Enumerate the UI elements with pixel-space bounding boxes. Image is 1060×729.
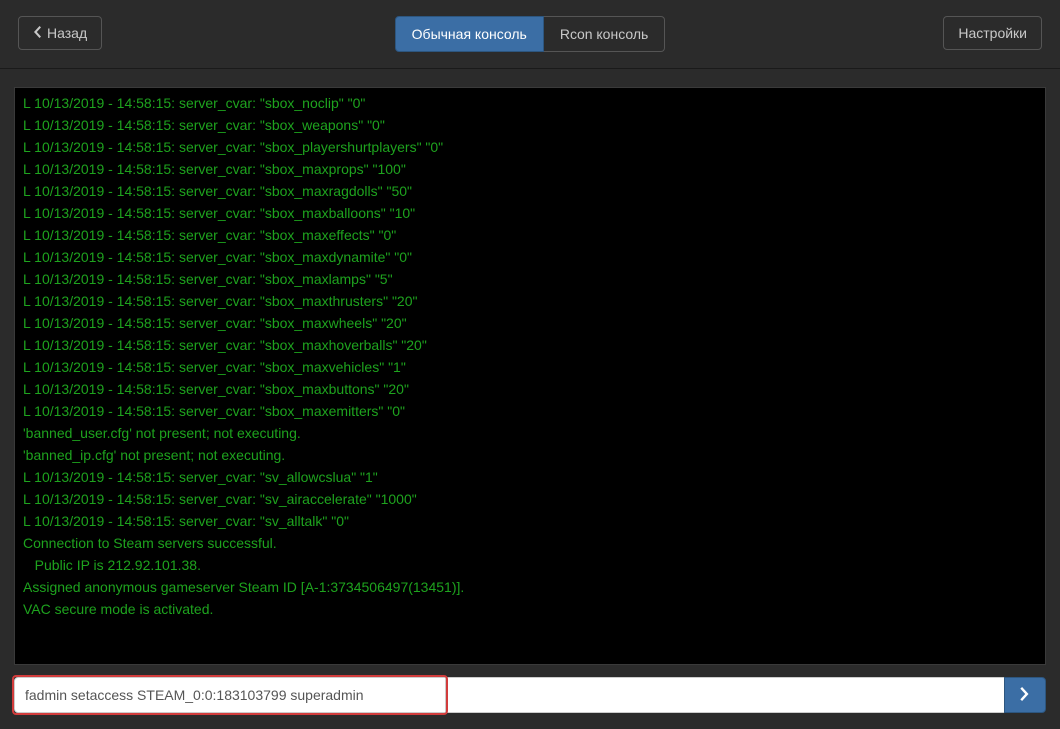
command-input[interactable] — [14, 677, 446, 713]
settings-button[interactable]: Настройки — [943, 16, 1042, 50]
console-line: Assigned anonymous gameserver Steam ID [… — [23, 576, 1037, 598]
console-line: L 10/13/2019 - 14:58:15: server_cvar: "s… — [23, 510, 1037, 532]
console-line: 'banned_user.cfg' not present; not execu… — [23, 422, 1037, 444]
chevron-right-icon — [1020, 687, 1030, 704]
console-line: Public IP is 212.92.101.38. — [23, 554, 1037, 576]
topbar: Назад Обычная консоль Rcon консоль Настр… — [0, 0, 1060, 69]
tab-rcon-console[interactable]: Rcon консоль — [544, 16, 665, 52]
console-line: L 10/13/2019 - 14:58:15: server_cvar: "s… — [23, 356, 1037, 378]
console-line: L 10/13/2019 - 14:58:15: server_cvar: "s… — [23, 92, 1037, 114]
console-line: L 10/13/2019 - 14:58:15: server_cvar: "s… — [23, 158, 1037, 180]
command-row — [14, 677, 1046, 713]
command-input-wrap — [14, 677, 446, 713]
console-line: L 10/13/2019 - 14:58:15: server_cvar: "s… — [23, 180, 1037, 202]
console-line: L 10/13/2019 - 14:58:15: server_cvar: "s… — [23, 334, 1037, 356]
console-line: L 10/13/2019 - 14:58:15: server_cvar: "s… — [23, 312, 1037, 334]
console-line: L 10/13/2019 - 14:58:15: server_cvar: "s… — [23, 202, 1037, 224]
console-line: L 10/13/2019 - 14:58:15: server_cvar: "s… — [23, 488, 1037, 510]
command-input-extension[interactable] — [446, 677, 1004, 713]
console-frame: L 10/13/2019 - 14:58:15: server_cvar: "s… — [14, 87, 1046, 665]
console-line: L 10/13/2019 - 14:58:15: server_cvar: "s… — [23, 136, 1037, 158]
app-shell: Назад Обычная консоль Rcon консоль Настр… — [0, 0, 1060, 729]
console-line: L 10/13/2019 - 14:58:15: server_cvar: "s… — [23, 400, 1037, 422]
console-line: VAC secure mode is activated. — [23, 598, 1037, 620]
console-line: 'banned_ip.cfg' not present; not executi… — [23, 444, 1037, 466]
send-button[interactable] — [1004, 677, 1046, 713]
chevron-left-icon — [33, 25, 41, 41]
console-line: L 10/13/2019 - 14:58:15: server_cvar: "s… — [23, 114, 1037, 136]
console-line: L 10/13/2019 - 14:58:15: server_cvar: "s… — [23, 224, 1037, 246]
console-line: L 10/13/2019 - 14:58:15: server_cvar: "s… — [23, 290, 1037, 312]
console-line: L 10/13/2019 - 14:58:15: server_cvar: "s… — [23, 246, 1037, 268]
content-area: L 10/13/2019 - 14:58:15: server_cvar: "s… — [0, 69, 1060, 729]
back-label: Назад — [47, 25, 87, 41]
tab-normal-console[interactable]: Обычная консоль — [395, 16, 544, 52]
console-line: L 10/13/2019 - 14:58:15: server_cvar: "s… — [23, 378, 1037, 400]
console-line: Connection to Steam servers successful. — [23, 532, 1037, 554]
console-scroll[interactable]: L 10/13/2019 - 14:58:15: server_cvar: "s… — [15, 88, 1045, 664]
console-tabs: Обычная консоль Rcon консоль — [395, 16, 666, 52]
console-output: L 10/13/2019 - 14:58:15: server_cvar: "s… — [15, 88, 1045, 626]
console-line: L 10/13/2019 - 14:58:15: server_cvar: "s… — [23, 268, 1037, 290]
settings-label: Настройки — [958, 25, 1027, 41]
console-line: L 10/13/2019 - 14:58:15: server_cvar: "s… — [23, 466, 1037, 488]
back-button[interactable]: Назад — [18, 16, 102, 50]
